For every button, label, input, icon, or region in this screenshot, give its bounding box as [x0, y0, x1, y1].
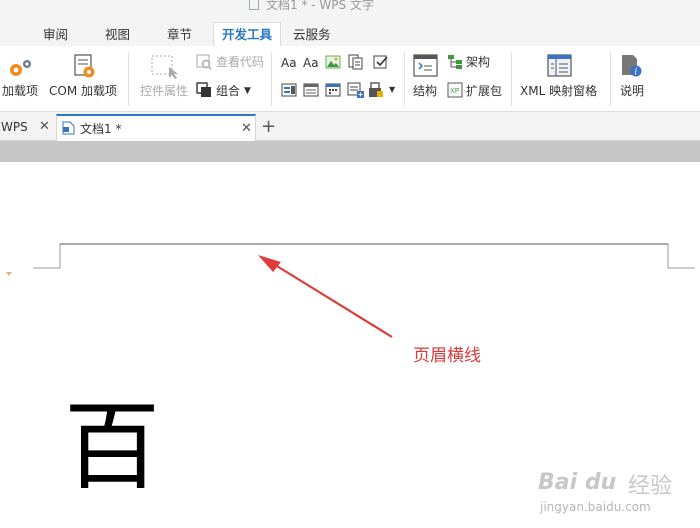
document-text[interactable]: 百 — [64, 392, 160, 502]
page-corner-left — [33, 244, 61, 269]
watermark-url: jingyan.baidu.com — [540, 500, 651, 514]
baidu-jingyan-text: 经验 — [628, 474, 673, 499]
baidu-logo: Bai du — [538, 470, 617, 495]
baidu-watermark: Bai du 经验 jingyan.baidu.com — [530, 448, 700, 528]
annotation-label: 页眉横线 — [413, 346, 481, 366]
annotation-arrow — [258, 255, 393, 338]
page-corner-right — [667, 244, 695, 269]
cursor-marker-icon — [6, 272, 12, 276]
